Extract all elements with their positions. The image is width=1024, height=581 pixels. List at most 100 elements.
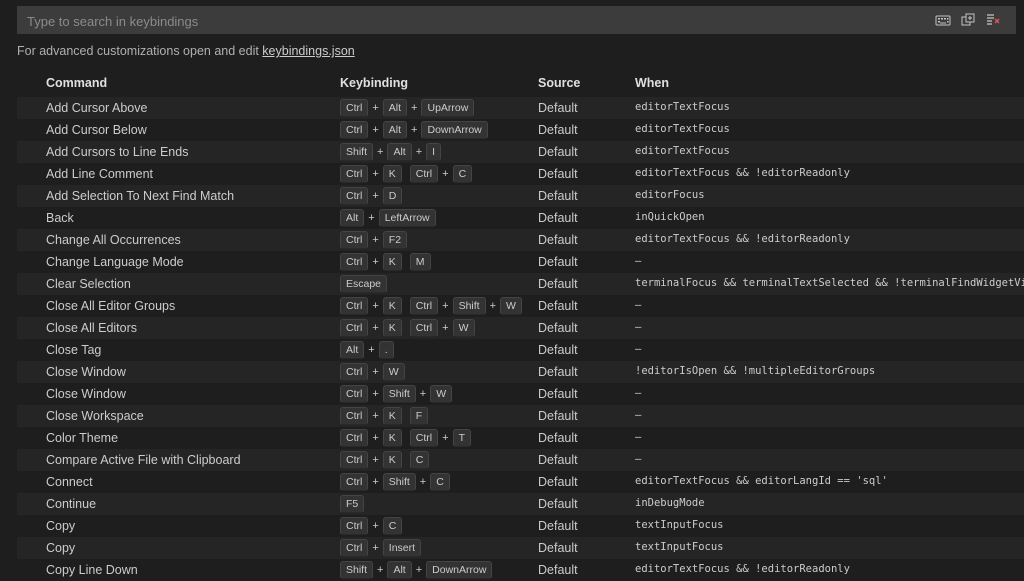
key-cap: W (500, 297, 522, 315)
key-cap: Alt (382, 121, 408, 139)
key-cap: . (378, 341, 394, 359)
key-separator: + (372, 102, 379, 114)
when-cell: editorTextFocus (635, 145, 730, 157)
key-cap: Ctrl (340, 385, 369, 403)
table-row[interactable]: Change Language Mode Ctrl + K M Default — (17, 251, 1024, 273)
key-separator: + (368, 344, 375, 356)
column-header-source[interactable]: Source (538, 76, 580, 90)
keybinding-cell: Alt + LeftArrow (340, 209, 436, 227)
key-cap: Ctrl (409, 319, 439, 337)
key-cap: F5 (340, 495, 365, 513)
command-cell: Continue (46, 497, 97, 511)
key-cap: C (409, 451, 430, 469)
source-cell: Default (538, 453, 578, 467)
key-separator: + (372, 234, 379, 246)
key-cap: Ctrl (340, 429, 369, 447)
key-separator: + (372, 168, 379, 180)
table-row[interactable]: Change All Occurrences Ctrl + F2 Default edit… (17, 229, 1024, 251)
key-separator: + (419, 388, 427, 400)
table-row[interactable]: Clear Selection Escape Default terminalFocu… (17, 273, 1024, 295)
keybinding-cell: Ctrl + Shift + C (340, 473, 450, 491)
keybinding-cell: Ctrl + F2 (340, 231, 408, 249)
table-row[interactable]: Close Tag Alt +. Default — (17, 339, 1024, 361)
keybinding-cell: Shift + Alt + I (340, 143, 442, 161)
column-header-when[interactable]: When (635, 76, 669, 90)
source-cell: Default (538, 497, 578, 511)
keybinding-cell: Ctrl + K Ctrl + Shift + W (340, 297, 522, 315)
key-cap: Alt (387, 143, 412, 161)
key-cap: T (452, 429, 471, 447)
source-cell: Default (538, 519, 578, 533)
table-row[interactable]: Close All Editor Groups Ctrl + K Ctrl + Shift +… (17, 295, 1024, 317)
key-cap: Ctrl (340, 363, 369, 381)
key-separator: + (489, 300, 497, 312)
table-row[interactable]: Continue F5 Default inDebugMode (17, 493, 1024, 515)
table-row[interactable]: Add Cursor Below Ctrl + Alt + DownArrow Defaul… (17, 119, 1024, 141)
key-separator: + (411, 124, 418, 136)
keybinding-cell: Ctrl + Alt + UpArrow (340, 99, 475, 117)
column-header-keybinding[interactable]: Keybinding (340, 76, 408, 90)
when-cell: editorFocus (635, 189, 705, 201)
table-row[interactable]: Compare Active File with Clipboard Ctrl + K… (17, 449, 1024, 471)
when-cell: editorTextFocus && !editorReadonly (635, 563, 850, 575)
table-row[interactable]: Close Workspace Ctrl + K F Default — (17, 405, 1024, 427)
key-separator: + (442, 300, 449, 312)
key-cap: K (382, 429, 402, 447)
key-cap: Ctrl (409, 297, 439, 315)
key-cap: K (382, 319, 402, 337)
table-row[interactable]: Add Cursors to Line Ends Shift + Alt + I Defau… (17, 141, 1024, 163)
record-keys-icon[interactable] (935, 13, 951, 27)
keybinding-cell: Ctrl + C (340, 517, 403, 535)
key-cap: W (382, 363, 405, 381)
key-cap: Ctrl (409, 429, 439, 447)
key-cap: K (382, 165, 402, 183)
keybinding-cell: Ctrl + Alt + DownArrow (340, 121, 488, 139)
table-row[interactable]: Close Window Ctrl + W Default !editorIsOpen &… (17, 361, 1024, 383)
table-row[interactable]: Add Line Comment Ctrl + K Ctrl + C Default edito… (17, 163, 1024, 185)
when-cell: — (635, 321, 642, 333)
command-cell: Close Window (46, 387, 126, 401)
table-row[interactable]: Close Window Ctrl + Shift + W Default — (17, 383, 1024, 405)
key-cap: K (382, 253, 402, 271)
keybinding-cell: Ctrl + Insert (340, 539, 422, 557)
source-cell: Default (538, 145, 578, 159)
key-cap: Shift (382, 385, 416, 403)
key-separator: + (368, 212, 375, 224)
when-cell: editorTextFocus && editorLangId == 'sql' (635, 475, 888, 487)
table-row[interactable]: Close All Editors Ctrl + K Ctrl + W Default — (17, 317, 1024, 339)
key-separator: + (372, 190, 379, 202)
keybindings-json-link[interactable]: keybindings.json (262, 44, 354, 58)
clear-search-icon[interactable] (985, 13, 1001, 27)
table-row[interactable]: Color Theme Ctrl + K Ctrl + T Default — (17, 427, 1024, 449)
keybindings-search-box[interactable] (17, 6, 1016, 35)
sort-by-precedence-icon[interactable] (960, 13, 976, 27)
keybinding-cell: Ctrl + K Ctrl + W (340, 319, 475, 337)
source-cell: Default (538, 101, 578, 115)
key-separator: + (372, 520, 379, 532)
table-row[interactable]: Add Cursor Above Ctrl + Alt + UpArrow Default e… (17, 97, 1024, 119)
table-row[interactable]: Back Alt + LeftArrow Default inQuickOpen (17, 207, 1024, 229)
key-cap: LeftArrow (378, 209, 436, 227)
key-cap: Escape (340, 275, 388, 293)
key-separator: + (372, 388, 379, 400)
search-input[interactable] (18, 7, 929, 35)
when-cell: textInputFocus (635, 541, 724, 553)
source-cell: Default (538, 277, 578, 291)
command-cell: Add Cursor Below (46, 123, 147, 137)
command-cell: Compare Active File with Clipboard (46, 453, 241, 467)
source-cell: Default (538, 321, 578, 335)
when-cell: terminalFocus && terminalTextSelected &&… (635, 277, 1024, 289)
key-cap: Insert (382, 539, 422, 557)
table-row[interactable]: Add Selection To Next Find Match Ctrl + D De… (17, 185, 1024, 207)
command-cell: Add Line Comment (46, 167, 154, 181)
key-cap: Alt (387, 561, 412, 579)
table-row[interactable]: Connect Ctrl + Shift + C Default editorTextFocu… (17, 471, 1024, 493)
table-row[interactable]: Copy Line Down Shift + Alt + DownArrow Default… (17, 559, 1024, 581)
source-cell: Default (538, 167, 578, 181)
table-row[interactable]: Copy Ctrl + Insert Default textInputFocus (17, 537, 1024, 559)
key-cap: F (409, 407, 429, 425)
key-cap: Shift (340, 561, 374, 579)
column-header-command[interactable]: Command (46, 76, 107, 90)
key-cap: Ctrl (340, 253, 369, 271)
table-row[interactable]: Copy Ctrl + C Default textInputFocus (17, 515, 1024, 537)
